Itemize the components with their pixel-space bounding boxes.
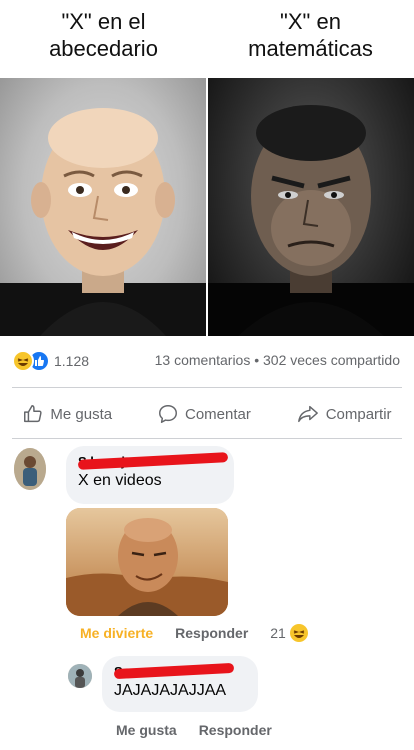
comments-shares-count[interactable]: 13 comentarios • 302 veces compartido (155, 352, 400, 368)
comment-author[interactable]: S (113, 662, 246, 680)
comment-actions: Me gusta Responder (116, 722, 272, 738)
comment-text: JAJAJAJAJJAA (114, 682, 227, 699)
comment-label: Comentar (184, 405, 251, 423)
comment-bubble[interactable]: S lnarejo X en videos (66, 446, 234, 504)
haha-emoji-icon (289, 624, 308, 642)
comment-author[interactable]: S lnarejo (77, 452, 229, 470)
reaction-summary[interactable]: 1.128 (12, 350, 89, 372)
share-arrow-icon (297, 405, 318, 423)
comment-bubble[interactable]: S JAJAJAJAJJAA (102, 656, 258, 712)
smiling-face-illustration (0, 108, 206, 336)
smiling-face-panel (0, 78, 206, 336)
avatar[interactable] (68, 664, 92, 688)
comment-button[interactable]: Comentar (157, 403, 251, 425)
reaction-count[interactable]: 21 (270, 624, 308, 642)
redaction-mark (113, 662, 235, 680)
reply-button[interactable]: Responder (175, 625, 248, 641)
like-button[interactable]: Me gusta (116, 722, 177, 738)
thumbs-up-icon (24, 405, 43, 423)
post-image[interactable]: "X" en el abecedario "X" en matemáticas (0, 0, 414, 338)
share-button[interactable]: Compartir (296, 403, 392, 425)
comment-bubble-icon (159, 405, 177, 423)
comment-actions: Me divierte Responder 21 (80, 624, 308, 642)
haha-emoji-icon (12, 350, 34, 372)
comment-text: X en videos (78, 472, 162, 489)
avatar[interactable] (14, 448, 46, 490)
stern-face-panel (208, 78, 414, 336)
like-label: Me gusta (50, 405, 113, 423)
divider (12, 438, 402, 439)
left-caption: "X" en el abecedario (49, 9, 158, 61)
man-desert-illustration (66, 508, 228, 616)
reply-button[interactable]: Responder (199, 722, 272, 738)
comment-image[interactable] (66, 508, 228, 616)
reaction-count-value: 21 (270, 625, 286, 641)
divider (12, 387, 402, 388)
stern-face-illustration (208, 105, 414, 336)
share-label: Compartir (325, 405, 392, 423)
like-button[interactable]: Me gusta (22, 403, 112, 425)
reaction-label[interactable]: Me divierte (80, 625, 153, 641)
reaction-count: 1.128 (54, 353, 90, 369)
post-stats: 1.128 13 comentarios • 302 veces compart… (0, 350, 414, 372)
right-caption: "X" en matemáticas (248, 9, 373, 61)
post-action-bar: Me gusta Comentar Compartir (0, 398, 414, 430)
